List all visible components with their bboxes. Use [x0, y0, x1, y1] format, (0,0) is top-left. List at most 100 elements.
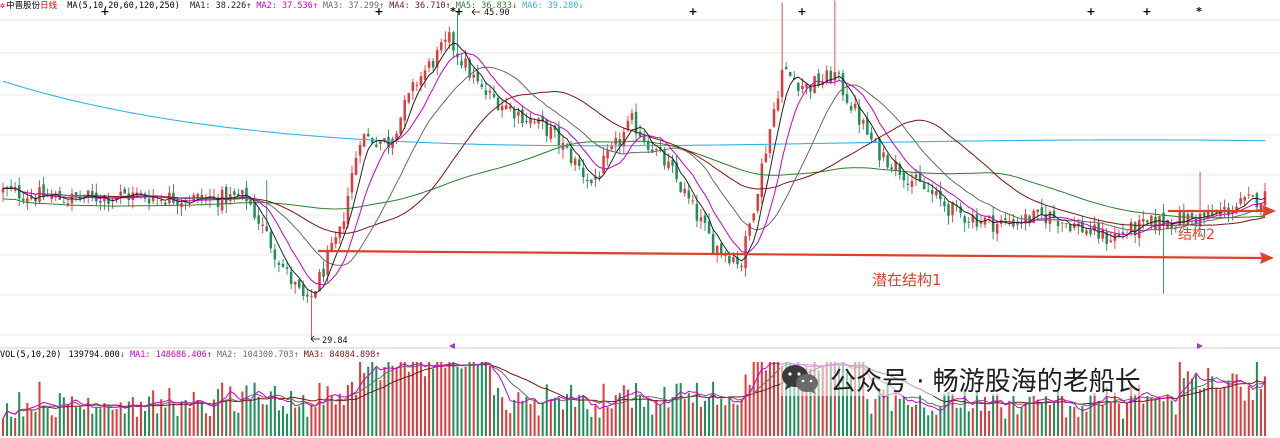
candle-body [634, 111, 638, 134]
candle-body [257, 215, 260, 224]
candle-body [318, 272, 321, 292]
candle-body [1133, 222, 1137, 236]
candle-body [415, 84, 419, 86]
candle-body [261, 224, 264, 226]
candle-body [748, 223, 751, 236]
candle-body [622, 131, 626, 147]
candle-body [285, 267, 289, 269]
low-price-label: 29.84 [322, 336, 348, 346]
candle-body [967, 221, 971, 223]
candle-body [452, 32, 455, 51]
candle-body [598, 175, 601, 177]
candle-body [504, 105, 508, 110]
candle-body [711, 233, 715, 254]
candle-body [845, 93, 849, 103]
high-pointer [471, 8, 480, 16]
candle-body [813, 76, 816, 94]
candle-body [728, 255, 731, 264]
candle-body [910, 181, 914, 187]
candle-body [1251, 195, 1255, 197]
candle-body [768, 129, 772, 153]
candle-body [780, 69, 784, 97]
candle-body [760, 163, 764, 198]
annotations: 45.90 29.84 潜在结构1 结构2 [310, 8, 1276, 349]
candle-body [62, 202, 66, 204]
candle-body [1158, 215, 1161, 231]
candle-body [58, 190, 62, 200]
candle-body [1040, 207, 1044, 215]
top-marker-6: + [797, 5, 806, 18]
candle-body [902, 172, 906, 181]
candle-body [866, 118, 869, 135]
candle-body [1068, 224, 1072, 232]
top-marker-5: + [688, 5, 697, 18]
candle-body [671, 159, 674, 166]
candle-body [322, 268, 325, 277]
candle-body [289, 271, 293, 285]
candle-body [606, 150, 609, 159]
candle-body [991, 215, 995, 232]
high-price-label: 45.90 [484, 8, 510, 18]
candle-body [241, 189, 244, 195]
candle-body [691, 200, 695, 202]
candle-body [906, 183, 910, 185]
candle-body [17, 185, 21, 199]
candle-body [630, 113, 634, 120]
candle-body [269, 232, 273, 249]
candle-body [265, 226, 269, 232]
candle-body [797, 82, 800, 91]
candle-body [508, 106, 512, 109]
candle-body [119, 191, 122, 196]
candle-body [602, 155, 605, 174]
candle-body [1004, 218, 1007, 220]
candle-body [1142, 219, 1145, 222]
candle-body [752, 213, 755, 221]
structure2-label: 结构2 [1178, 227, 1215, 243]
candle-body [480, 84, 484, 88]
candle-body [448, 32, 451, 43]
ma2-line [2, 51, 1266, 286]
candle-body [419, 76, 423, 86]
candle-body [947, 204, 950, 216]
grid-lines [0, 19, 1280, 349]
candle-body [1186, 213, 1190, 226]
candle-body [1243, 197, 1246, 201]
candle-body [253, 201, 256, 218]
candle-body [1056, 220, 1060, 226]
candle-body [1, 188, 5, 193]
candle-body [679, 182, 682, 192]
watermark: 公众号 · 畅游股海的老船长 [780, 362, 1141, 397]
candle-body [1174, 226, 1177, 228]
candlesticks [1, 0, 1267, 339]
candle-body [849, 105, 853, 111]
candle-body [922, 183, 926, 190]
candle-body [233, 191, 236, 195]
candle-body [788, 71, 792, 76]
candle-body [557, 127, 561, 147]
candle-body [431, 60, 435, 68]
candle-body [740, 265, 743, 267]
candle-body [159, 199, 163, 201]
candle-body [350, 172, 354, 193]
candle-body [995, 223, 999, 234]
candle-body [306, 294, 309, 297]
ma3-line [2, 66, 1266, 266]
candle-body [707, 221, 711, 234]
candle-body [330, 242, 333, 251]
candle-body [655, 148, 658, 151]
candle-body [890, 167, 893, 170]
candle-body [366, 133, 370, 137]
candle-body [772, 109, 776, 127]
ma4-line [2, 90, 1266, 234]
candle-body [338, 226, 342, 238]
candle-body [1190, 213, 1194, 218]
candle-body [472, 74, 475, 78]
candle-body [1016, 222, 1019, 225]
candle-body [1154, 217, 1157, 230]
candle-body [756, 193, 760, 211]
top-marker-2: + [374, 5, 383, 18]
candle-body [399, 117, 402, 135]
candle-body [423, 70, 427, 80]
candle-body [573, 158, 577, 166]
candle-body [1146, 220, 1149, 223]
